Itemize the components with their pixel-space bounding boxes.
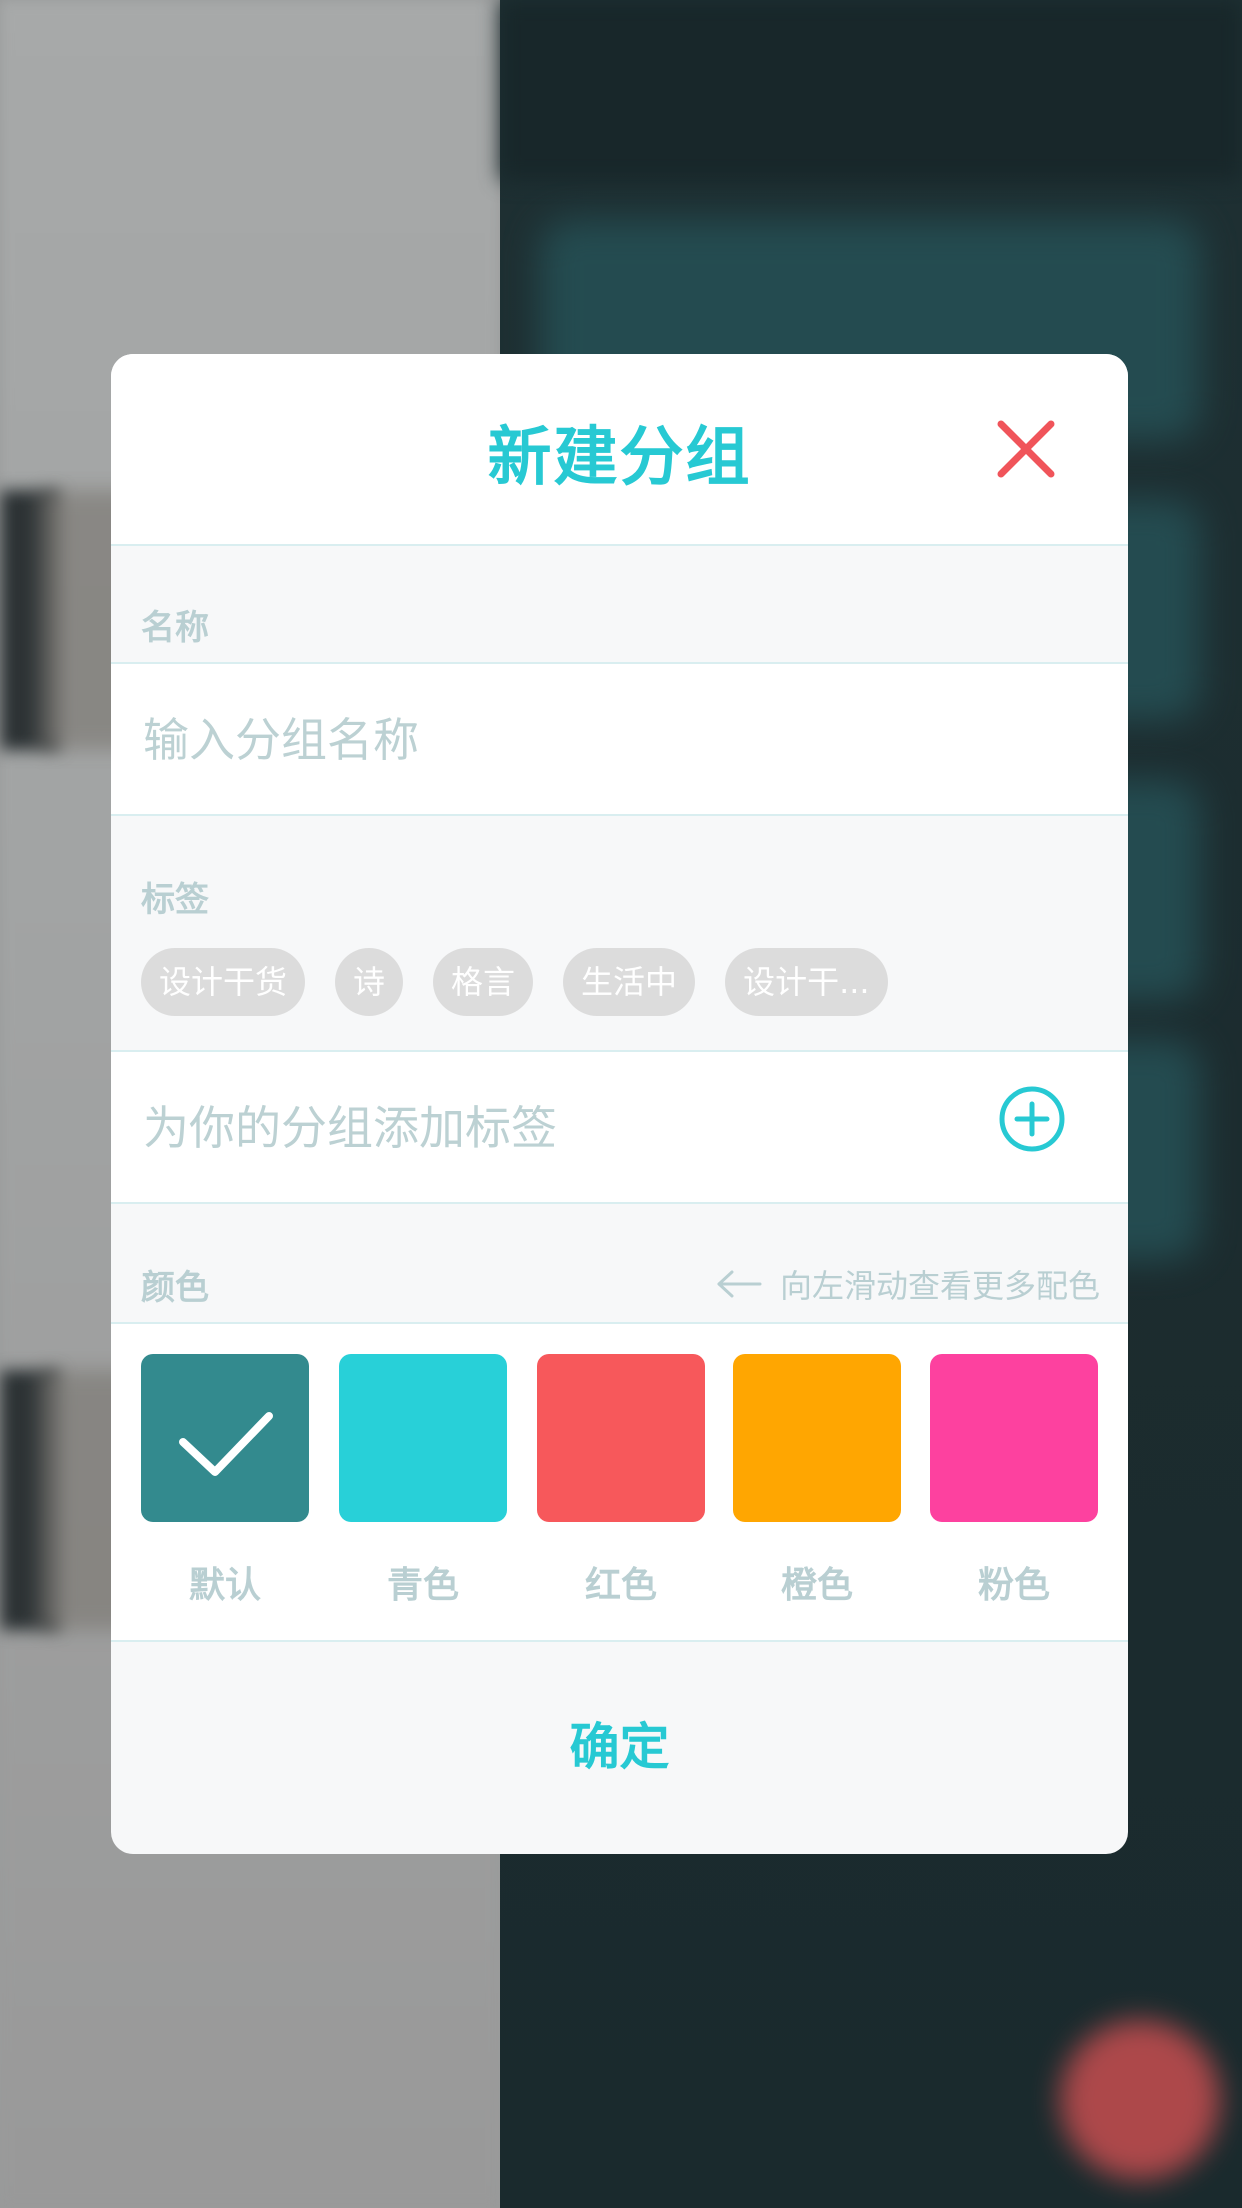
color-swatch: [733, 1354, 901, 1522]
plus-circle-icon: [999, 1086, 1065, 1152]
add-tag-button[interactable]: [997, 1084, 1067, 1154]
swipe-hint: 向左滑动查看更多配色: [716, 1264, 1100, 1305]
color-label-text: 橙色: [780, 1565, 853, 1606]
dialog-title: 新建分组: [487, 421, 752, 495]
arrow-left-icon: [717, 1270, 762, 1298]
tag-list: 设计干货 诗 格言 生活中 设计干...: [141, 948, 888, 1016]
color-option-default[interactable]: 默认: [141, 1354, 309, 1608]
group-name-input[interactable]: [141, 664, 995, 816]
color-label-text: 粉色: [977, 1565, 1050, 1606]
tag-chip[interactable]: 设计干货: [141, 948, 306, 1016]
tags-label: 标签: [141, 880, 209, 920]
color-label-text: 红色: [584, 1565, 657, 1606]
checkmark-icon: [179, 1412, 273, 1476]
swipe-hint-text: 向左滑动查看更多配色: [779, 1267, 1100, 1305]
name-label: 名称: [141, 608, 209, 648]
color-option-cyan[interactable]: 青色: [339, 1354, 507, 1608]
name-row: [111, 662, 1128, 816]
color-swatch: [141, 1354, 309, 1522]
color-option-pink[interactable]: 粉色: [930, 1354, 1098, 1608]
color-label-text: 青色: [386, 1565, 459, 1606]
background-fab: [1060, 2020, 1220, 2180]
background-top-bar: [500, 0, 1242, 180]
dialog-header: 新建分组: [111, 354, 1128, 546]
tag-chip[interactable]: 诗: [335, 948, 404, 1016]
color-option-red[interactable]: 红色: [537, 1354, 705, 1608]
tag-chip[interactable]: 设计干...: [725, 948, 888, 1016]
add-tag-row: [111, 1050, 1128, 1204]
color-swatch: [537, 1354, 705, 1522]
close-button[interactable]: [991, 414, 1061, 484]
new-group-dialog: 新建分组 名称 标签 设计干货 诗 格言 生活中 设计干... 颜色: [111, 354, 1128, 1854]
color-options: 默认 青色 红色 橙色 粉色: [111, 1322, 1128, 1642]
tag-chip[interactable]: 生活中: [563, 948, 696, 1016]
tag-chip[interactable]: 格言: [433, 948, 534, 1016]
color-swatch: [930, 1354, 1098, 1522]
color-swatch: [339, 1354, 507, 1522]
color-label: 颜色: [141, 1268, 209, 1308]
confirm-button[interactable]: 确定: [111, 1640, 1128, 1854]
close-icon: [997, 420, 1055, 478]
add-tag-input[interactable]: [141, 1052, 995, 1204]
color-label-text: 默认: [188, 1565, 261, 1606]
color-option-orange[interactable]: 橙色: [733, 1354, 901, 1608]
